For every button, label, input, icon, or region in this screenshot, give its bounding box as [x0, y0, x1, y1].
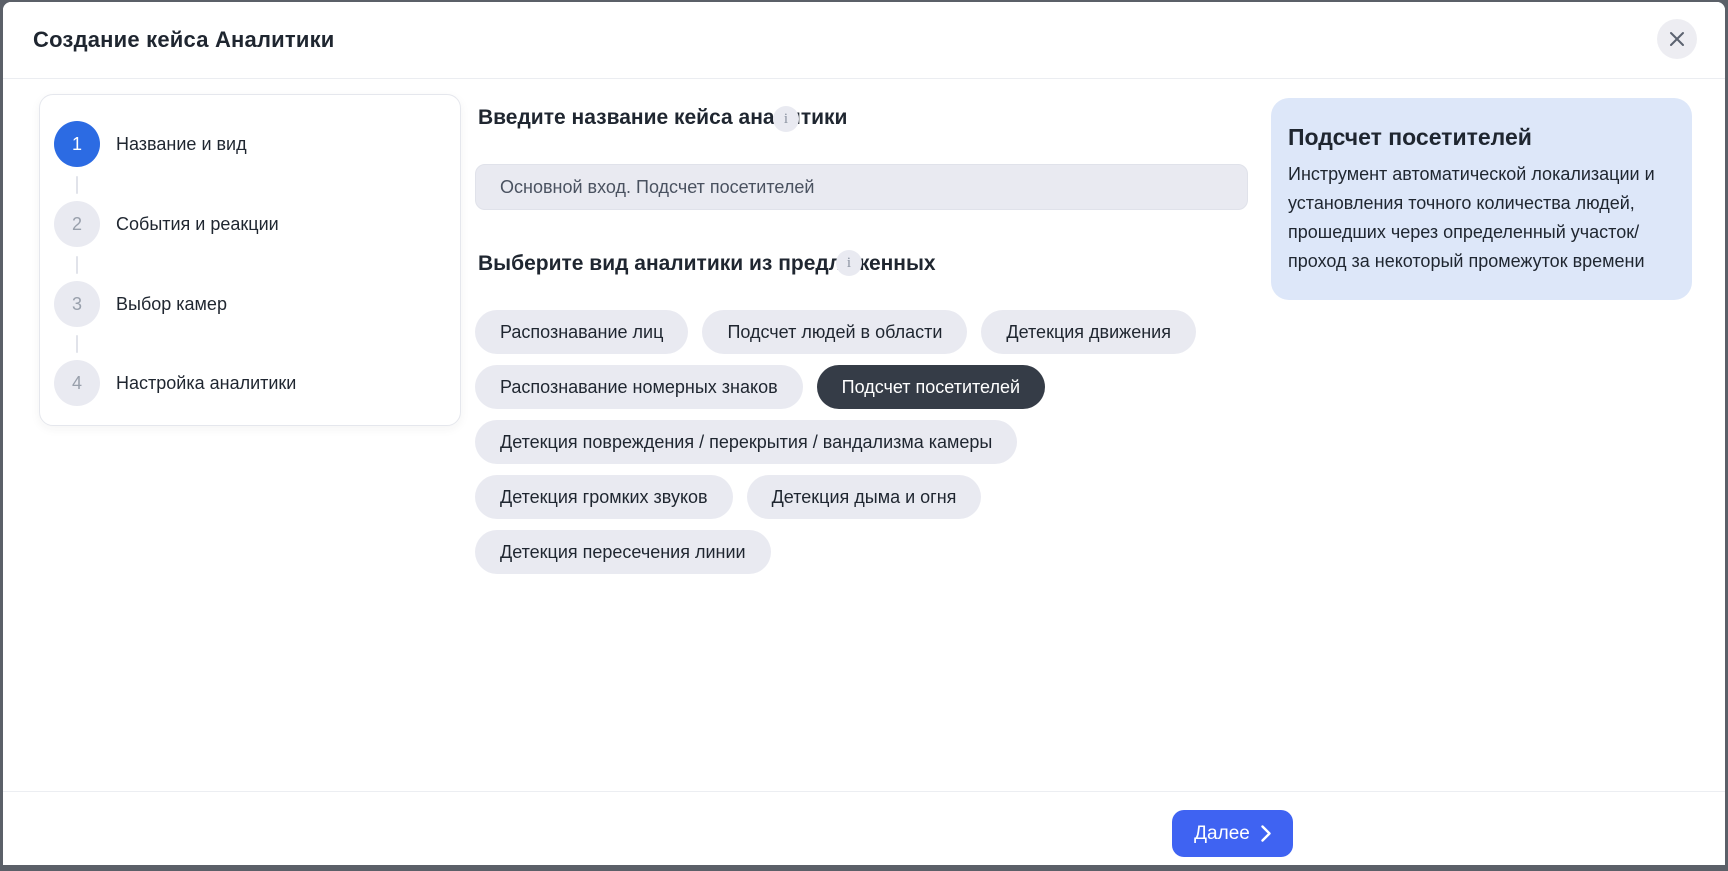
analytics-type-chip[interactable]: Детекция дыма и огня: [747, 475, 982, 519]
step-label: События и реакции: [116, 214, 279, 235]
step-item-4[interactable]: 4 Настройка аналитики: [54, 360, 296, 406]
dialog-backdrop: { "header": { "title": "Создание кейса А…: [0, 0, 1728, 871]
chip-row: Детекция громких звуков Детекция дыма и о…: [475, 475, 1196, 519]
info-icon[interactable]: i: [773, 106, 799, 132]
analytics-type-chip[interactable]: Детекция движения: [981, 310, 1196, 354]
description-line: установления точного количества людей,: [1288, 189, 1670, 218]
description-line: проход за некоторый промежуток времени: [1288, 247, 1670, 276]
step-number-badge: 1: [54, 121, 100, 167]
analytics-type-chip-selected[interactable]: Подсчет посетителей: [817, 365, 1045, 409]
case-name-input[interactable]: [475, 164, 1248, 210]
create-analytics-case-modal: Создание кейса Аналитики 1 Название и вид…: [3, 2, 1725, 865]
chip-row: Распознавание лиц Подсчет людей в области…: [475, 310, 1196, 354]
next-button-label: Далее: [1194, 823, 1250, 845]
step-item-2[interactable]: 2 События и реакции: [54, 201, 279, 247]
step-number-badge: 2: [54, 201, 100, 247]
modal-header: Создание кейса Аналитики: [3, 2, 1725, 79]
description-line: прошедших через определенный участок/: [1288, 218, 1670, 247]
analytics-description-panel: Подсчет посетителей Инструмент автоматич…: [1271, 98, 1692, 300]
analytics-description-title: Подсчет посетителей: [1288, 124, 1670, 151]
analytics-type-chip[interactable]: Детекция пересечения линии: [475, 530, 771, 574]
chip-row: Детекция пересечения линии: [475, 530, 1196, 574]
analytics-type-chip[interactable]: Подсчет людей в области: [702, 310, 967, 354]
analytics-type-chip[interactable]: Детекция повреждения / перекрытия / ванд…: [475, 420, 1017, 464]
modal-title: Создание кейса Аналитики: [33, 27, 335, 53]
step-label: Название и вид: [116, 134, 247, 155]
analytics-type-heading: Выберите вид аналитики из предложенных: [478, 252, 936, 276]
close-icon: [1668, 30, 1686, 48]
chip-row: Детекция повреждения / перекрытия / ванд…: [475, 420, 1196, 464]
chevron-right-icon: [1261, 825, 1271, 842]
step-label: Выбор камер: [116, 294, 227, 315]
info-icon[interactable]: i: [836, 250, 862, 276]
analytics-type-chip[interactable]: Распознавание лиц: [475, 310, 688, 354]
step-label: Настройка аналитики: [116, 373, 296, 394]
step-number-badge: 4: [54, 360, 100, 406]
wizard-steps-card: 1 Название и вид 2 События и реакции 3 Выбор …: [39, 94, 461, 426]
step-connector: [76, 256, 78, 274]
next-button[interactable]: Далее: [1172, 810, 1293, 857]
analytics-type-chip[interactable]: Распознавание номерных знаков: [475, 365, 803, 409]
step-connector: [76, 176, 78, 194]
footer-divider: [3, 791, 1725, 792]
analytics-description-text: Инструмент автоматической локализации иу…: [1288, 160, 1670, 276]
analytics-type-chip[interactable]: Детекция громких звуков: [475, 475, 733, 519]
step-number-badge: 3: [54, 281, 100, 327]
step-item-3[interactable]: 3 Выбор камер: [54, 281, 227, 327]
close-button[interactable]: [1657, 19, 1697, 59]
chip-row: Распознавание номерных знаков Подсчет пос…: [475, 365, 1196, 409]
step-connector: [76, 335, 78, 353]
step-item-1[interactable]: 1 Название и вид: [54, 121, 247, 167]
analytics-type-chips: Распознавание лиц Подсчет людей в области…: [475, 310, 1196, 574]
description-line: Инструмент автоматической локализации и: [1288, 160, 1670, 189]
